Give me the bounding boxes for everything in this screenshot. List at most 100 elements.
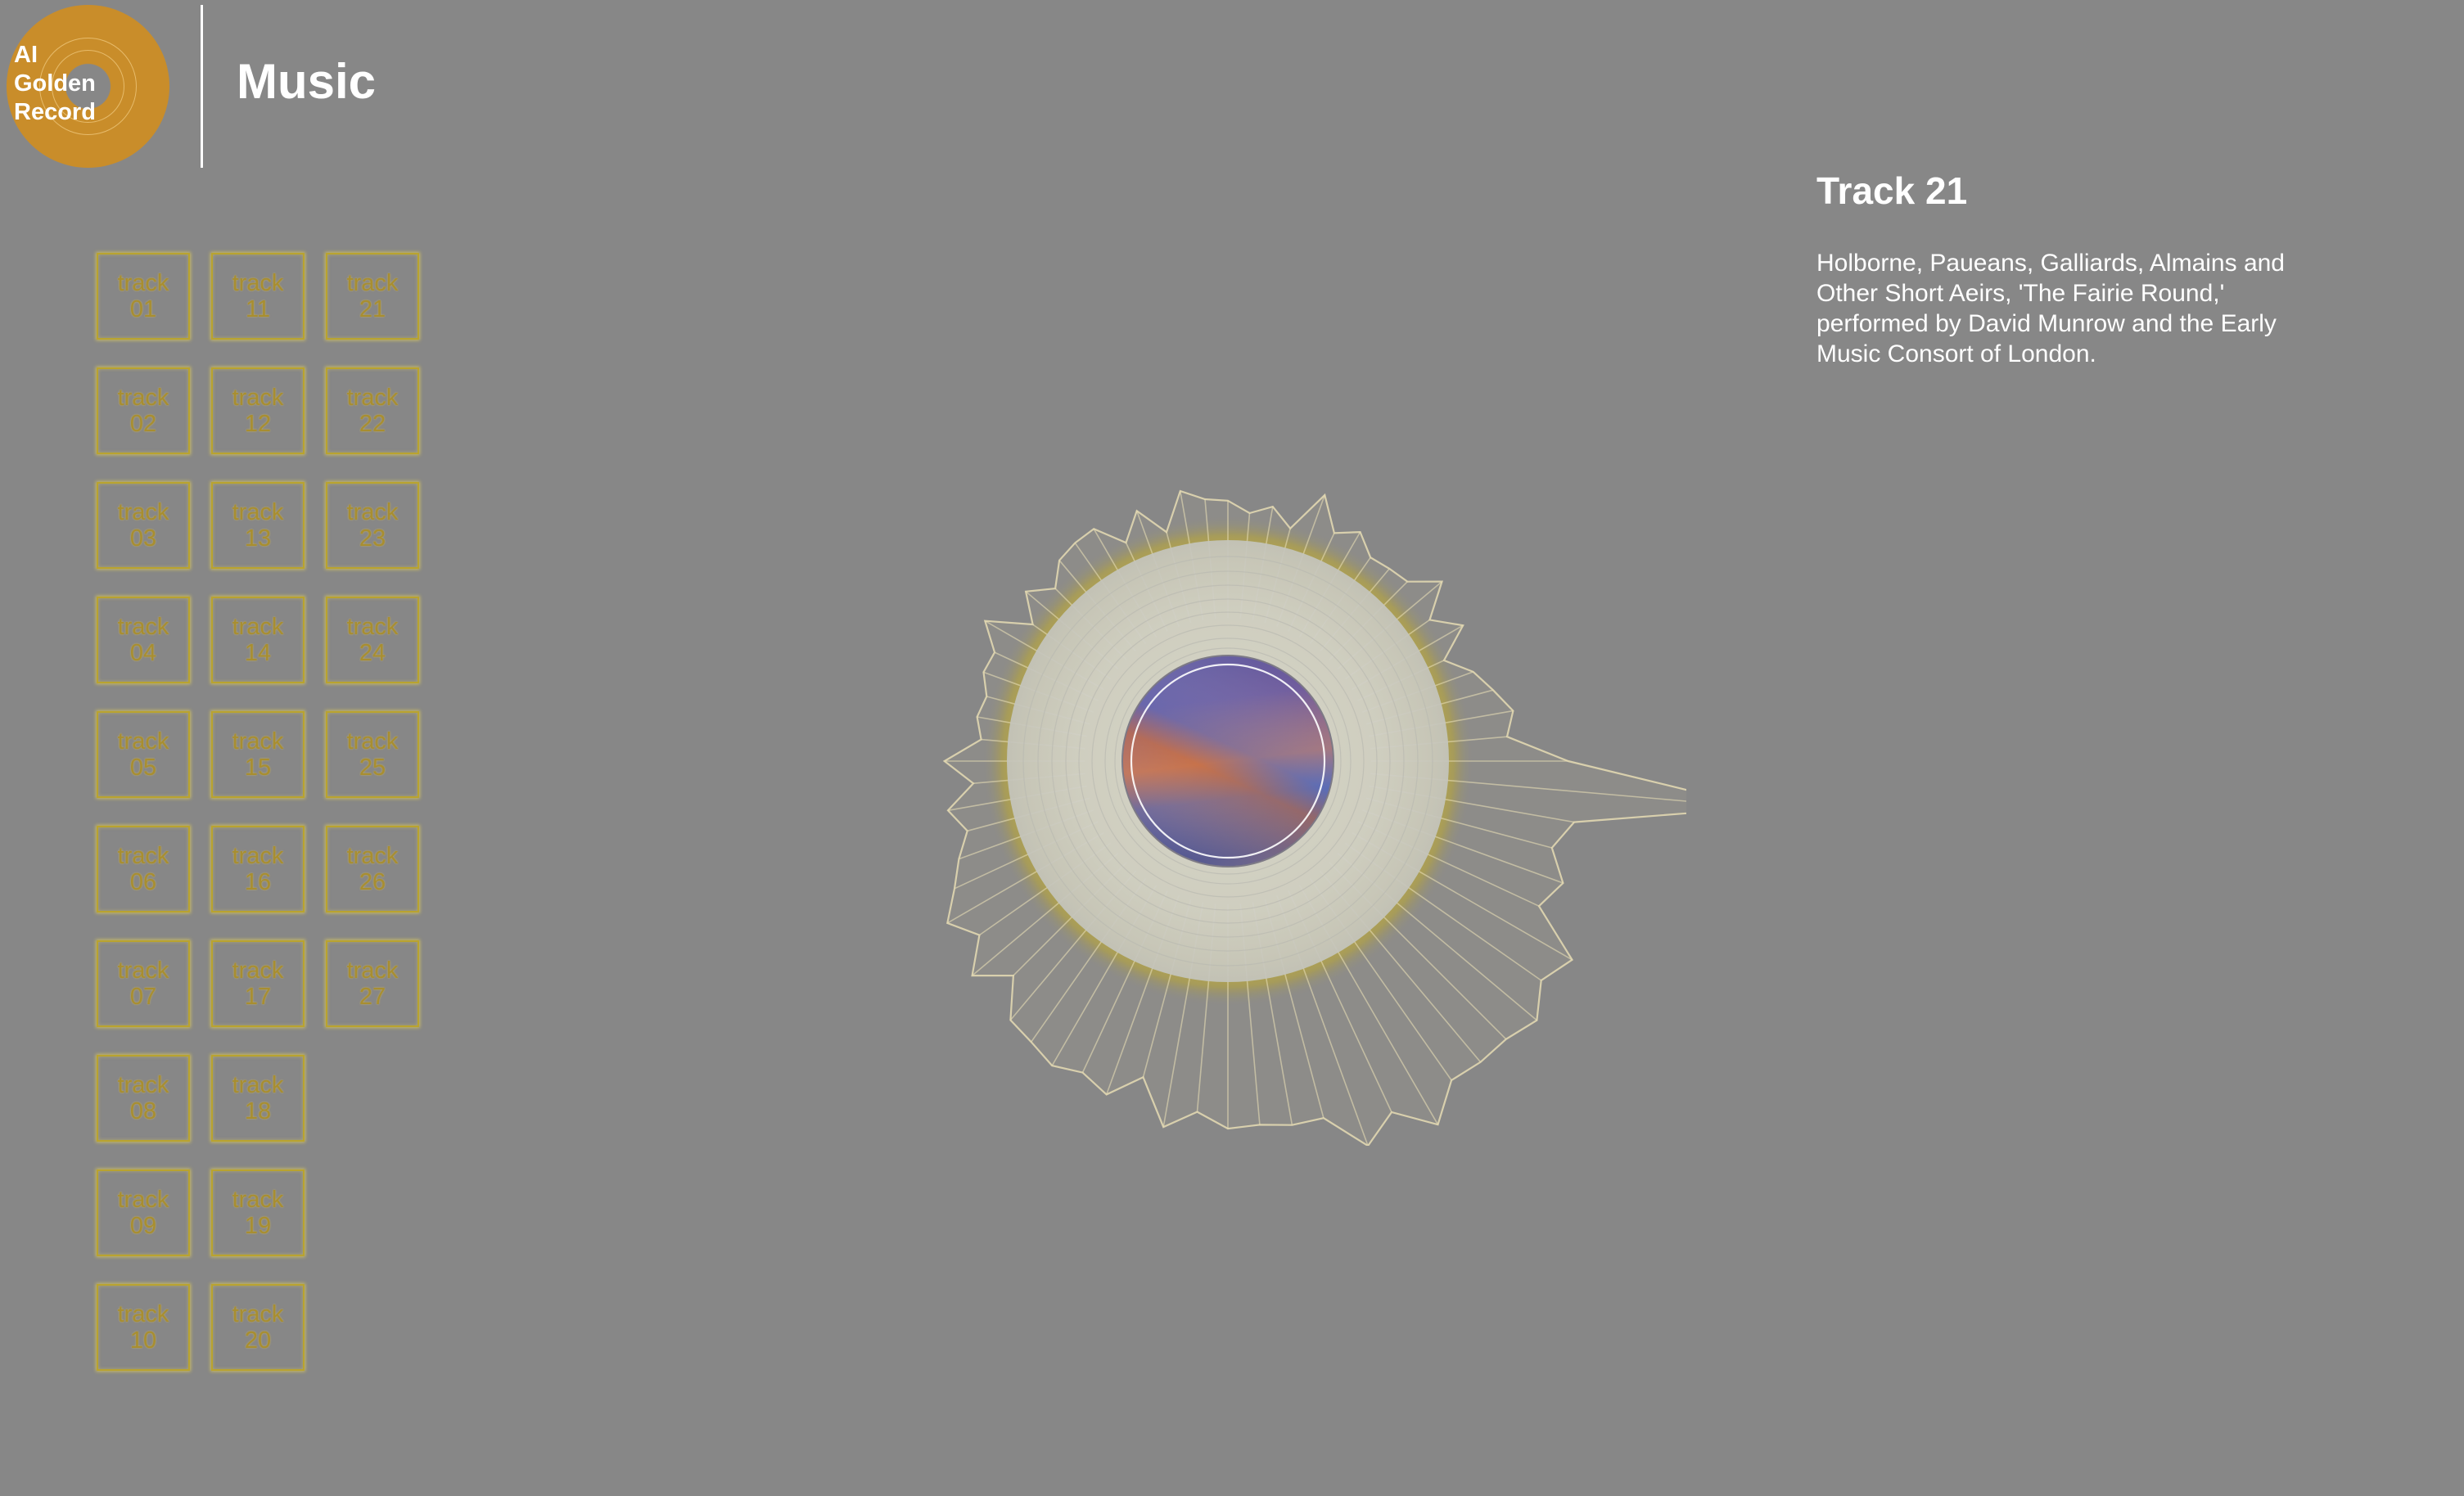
track-number: 03 (129, 525, 157, 552)
logo-line-1: AI (14, 42, 38, 68)
music-page: AI Golden Record Music track 01 track 02 tra… (0, 0, 2464, 1496)
track-number: 26 (359, 869, 386, 895)
track-button-label: track 04 (118, 614, 169, 666)
track-button-24[interactable]: track 24 (326, 597, 419, 683)
golden-record-logo[interactable]: AI Golden Record (7, 5, 169, 168)
track-button-label: track 27 (347, 958, 399, 1010)
track-word: track (346, 499, 399, 525)
track-number: 01 (129, 296, 157, 322)
track-button-label: track 23 (347, 499, 399, 552)
track-button-label: track 07 (118, 958, 169, 1010)
track-button-23[interactable]: track 23 (326, 482, 419, 569)
track-word: track (117, 1072, 169, 1098)
track-number: 14 (244, 640, 272, 666)
track-button-label: track 02 (118, 385, 169, 437)
track-description: Holborne, Paueans, Galliards, Almains an… (1816, 250, 2285, 367)
track-number: 19 (244, 1213, 272, 1239)
track-button-11[interactable]: track 11 (211, 253, 305, 340)
track-button-label: track 15 (232, 728, 284, 781)
logo-line-2: Golden (14, 70, 96, 97)
track-button-label: track 21 (347, 270, 399, 322)
track-button-label: track 06 (118, 843, 169, 895)
visualizer-layer (942, 489, 1686, 1146)
track-button-label: track 22 (347, 385, 399, 437)
track-button-27[interactable]: track 27 (326, 940, 419, 1027)
logo-line-3: Record (14, 99, 96, 125)
track-button-label: track 13 (232, 499, 284, 552)
track-button-16[interactable]: track 16 (211, 826, 305, 912)
track-word: track (117, 385, 169, 411)
page-title: Music (237, 54, 377, 109)
track-button-06[interactable]: track 06 (97, 826, 190, 912)
track-button-15[interactable]: track 15 (211, 711, 305, 798)
track-button-label: track 18 (232, 1072, 284, 1124)
track-button-label: track 20 (232, 1301, 284, 1354)
track-number: 25 (359, 755, 386, 781)
track-number: 27 (359, 984, 386, 1010)
track-title: Track 21 (1816, 169, 1968, 212)
track-button-20[interactable]: track 20 (211, 1284, 305, 1371)
track-word: track (232, 1301, 284, 1327)
track-number: 18 (244, 1098, 272, 1124)
track-button-08[interactable]: track 08 (97, 1055, 190, 1142)
track-number: 15 (244, 755, 272, 781)
track-button-label: track 25 (347, 728, 399, 781)
track-button-04[interactable]: track 04 (97, 597, 190, 683)
track-button-07[interactable]: track 07 (97, 940, 190, 1027)
track-word: track (117, 1187, 169, 1213)
track-button-22[interactable]: track 22 (326, 367, 419, 454)
track-word: track (117, 270, 169, 296)
track-button-label: track 03 (118, 499, 169, 552)
track-word: track (346, 385, 399, 411)
track-number: 21 (359, 296, 386, 322)
track-number: 23 (359, 525, 386, 552)
track-button-05[interactable]: track 05 (97, 711, 190, 798)
track-button-03[interactable]: track 03 (97, 482, 190, 569)
track-number: 13 (244, 525, 272, 552)
track-word: track (346, 843, 399, 869)
track-button-01[interactable]: track 01 (97, 253, 190, 340)
track-button-label: track 11 (232, 270, 284, 322)
track-word: track (346, 958, 399, 984)
track-button-10[interactable]: track 10 (97, 1284, 190, 1371)
track-word: track (117, 843, 169, 869)
track-button-12[interactable]: track 12 (211, 367, 305, 454)
track-button-21[interactable]: track 21 (326, 253, 419, 340)
track-button-label: track 09 (118, 1187, 169, 1239)
track-button-label: track 08 (118, 1072, 169, 1124)
track-number: 09 (129, 1213, 157, 1239)
track-button-02[interactable]: track 02 (97, 367, 190, 454)
track-word: track (232, 499, 284, 525)
track-word: track (117, 499, 169, 525)
track-number: 16 (244, 869, 272, 895)
track-button-17[interactable]: track 17 (211, 940, 305, 1027)
audio-visualizer[interactable] (900, 458, 1686, 1146)
track-button-18[interactable]: track 18 (211, 1055, 305, 1142)
track-button-label: track 24 (347, 614, 399, 666)
track-word: track (232, 385, 284, 411)
track-button-14[interactable]: track 14 (211, 597, 305, 683)
track-button-25[interactable]: track 25 (326, 711, 419, 798)
track-word: track (117, 614, 169, 640)
track-number: 11 (245, 296, 271, 322)
track-word: track (346, 614, 399, 640)
track-button-label: track 19 (232, 1187, 284, 1239)
track-word: track (232, 958, 284, 984)
track-word: track (117, 1301, 169, 1327)
track-number: 20 (244, 1327, 272, 1354)
track-button-label: track 26 (347, 843, 399, 895)
header-divider (201, 5, 203, 168)
track-word: track (117, 728, 169, 755)
track-button-label: track 14 (232, 614, 284, 666)
track-word: track (232, 843, 284, 869)
track-number: 07 (129, 984, 157, 1010)
track-button-09[interactable]: track 09 (97, 1169, 190, 1256)
track-word: track (346, 728, 399, 755)
track-button-13[interactable]: track 13 (211, 482, 305, 569)
track-word: track (346, 270, 399, 296)
track-button-label: track 05 (118, 728, 169, 781)
track-number: 02 (129, 411, 157, 437)
track-button-19[interactable]: track 19 (211, 1169, 305, 1256)
logo-text: AI Golden Record (14, 41, 96, 127)
track-button-26[interactable]: track 26 (326, 826, 419, 912)
